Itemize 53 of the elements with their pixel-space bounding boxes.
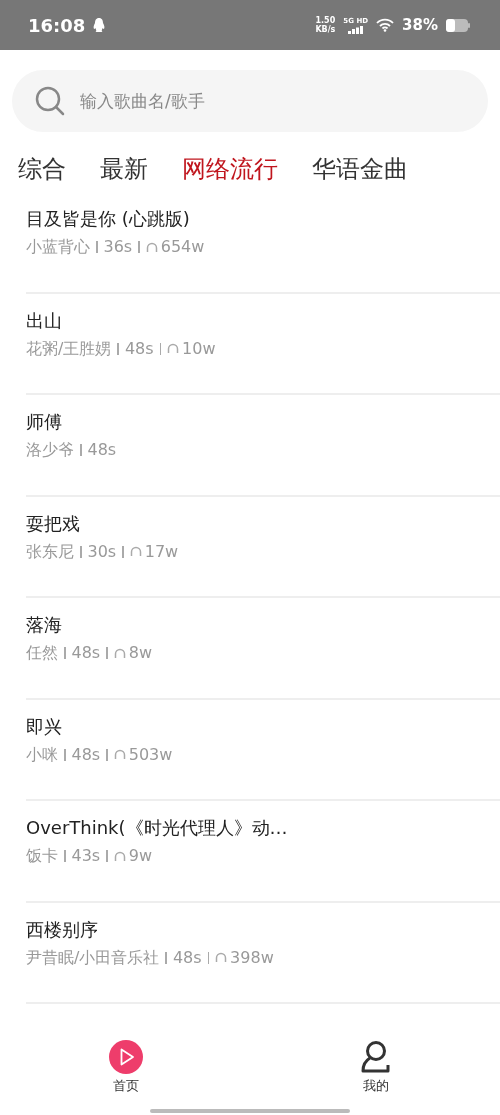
song-duration: 30s xyxy=(87,540,117,563)
nav-tab[interactable]: 我的 xyxy=(361,1040,391,1115)
song-duration: 43s xyxy=(71,845,101,867)
song-artist: 花粥/王胜娚 xyxy=(26,337,112,360)
notification-icon xyxy=(93,17,106,33)
headphones-icon xyxy=(145,241,158,253)
search-field[interactable]: 输入歌曲名/歌手 xyxy=(12,70,488,132)
network-speed: 1.50 KB/s xyxy=(315,16,336,34)
song-duration: 48s xyxy=(172,946,202,969)
song-artist: 小咪 xyxy=(26,743,58,766)
song-duration: 48s xyxy=(71,743,101,766)
headphones-icon xyxy=(167,343,180,354)
battery-icon xyxy=(446,18,470,32)
play-count: 503w xyxy=(128,743,173,766)
song-title[interactable]: 师傅 xyxy=(26,409,500,435)
category-tab[interactable]: 华语金曲 xyxy=(312,146,408,192)
song-title[interactable]: 西楼别序 xyxy=(26,916,500,943)
song-artist: 尹昔眠/小田音乐社 xyxy=(26,946,160,969)
play-count: 398w xyxy=(230,946,274,969)
play-count: 8w xyxy=(128,642,152,664)
song-title[interactable]: 即兴 xyxy=(26,713,500,740)
play-count: 9w xyxy=(128,845,152,867)
category-tab[interactable]: 网络流行 xyxy=(182,146,278,192)
play-count: 654w xyxy=(160,236,205,258)
song-title[interactable]: OverThink(《时光代理人》动… xyxy=(26,815,500,841)
song-duration: 48s xyxy=(124,337,154,360)
category-tab[interactable]: 最新 xyxy=(100,146,148,192)
category-tab[interactable]: 综合 xyxy=(18,146,66,192)
song-artist: 小蓝背心 xyxy=(26,236,90,258)
headphones-icon xyxy=(113,647,126,659)
song-duration: 48s xyxy=(71,642,101,664)
song-title[interactable]: 耍把戏 xyxy=(26,510,500,537)
headphones-icon xyxy=(113,850,126,862)
song-title[interactable]: 出山 xyxy=(26,307,500,334)
song-duration: 48s xyxy=(87,439,117,461)
clock: 16:08 xyxy=(28,13,86,38)
song-artist: 张东尼 xyxy=(26,540,74,563)
user-icon xyxy=(361,1040,391,1074)
headphones-icon xyxy=(215,952,228,963)
nav-tab[interactable]: 首页 xyxy=(109,1040,143,1115)
headphones-icon xyxy=(129,546,142,557)
song-duration: 36s xyxy=(103,236,133,258)
song-title[interactable]: 落海 xyxy=(26,612,500,638)
headphones-icon xyxy=(113,749,126,760)
song-artist: 任然 xyxy=(26,642,58,664)
wifi-icon xyxy=(376,18,395,32)
play-count: 10w xyxy=(182,337,216,360)
song-artist: 洛少爷 xyxy=(26,439,74,461)
play-count: 17w xyxy=(144,540,179,563)
song-title[interactable]: 目及皆是你 (心跳版) xyxy=(26,206,500,232)
battery-percent: 38% xyxy=(402,14,438,36)
signal-icon xyxy=(347,26,364,35)
song-artist: 饭卡 xyxy=(26,845,58,867)
